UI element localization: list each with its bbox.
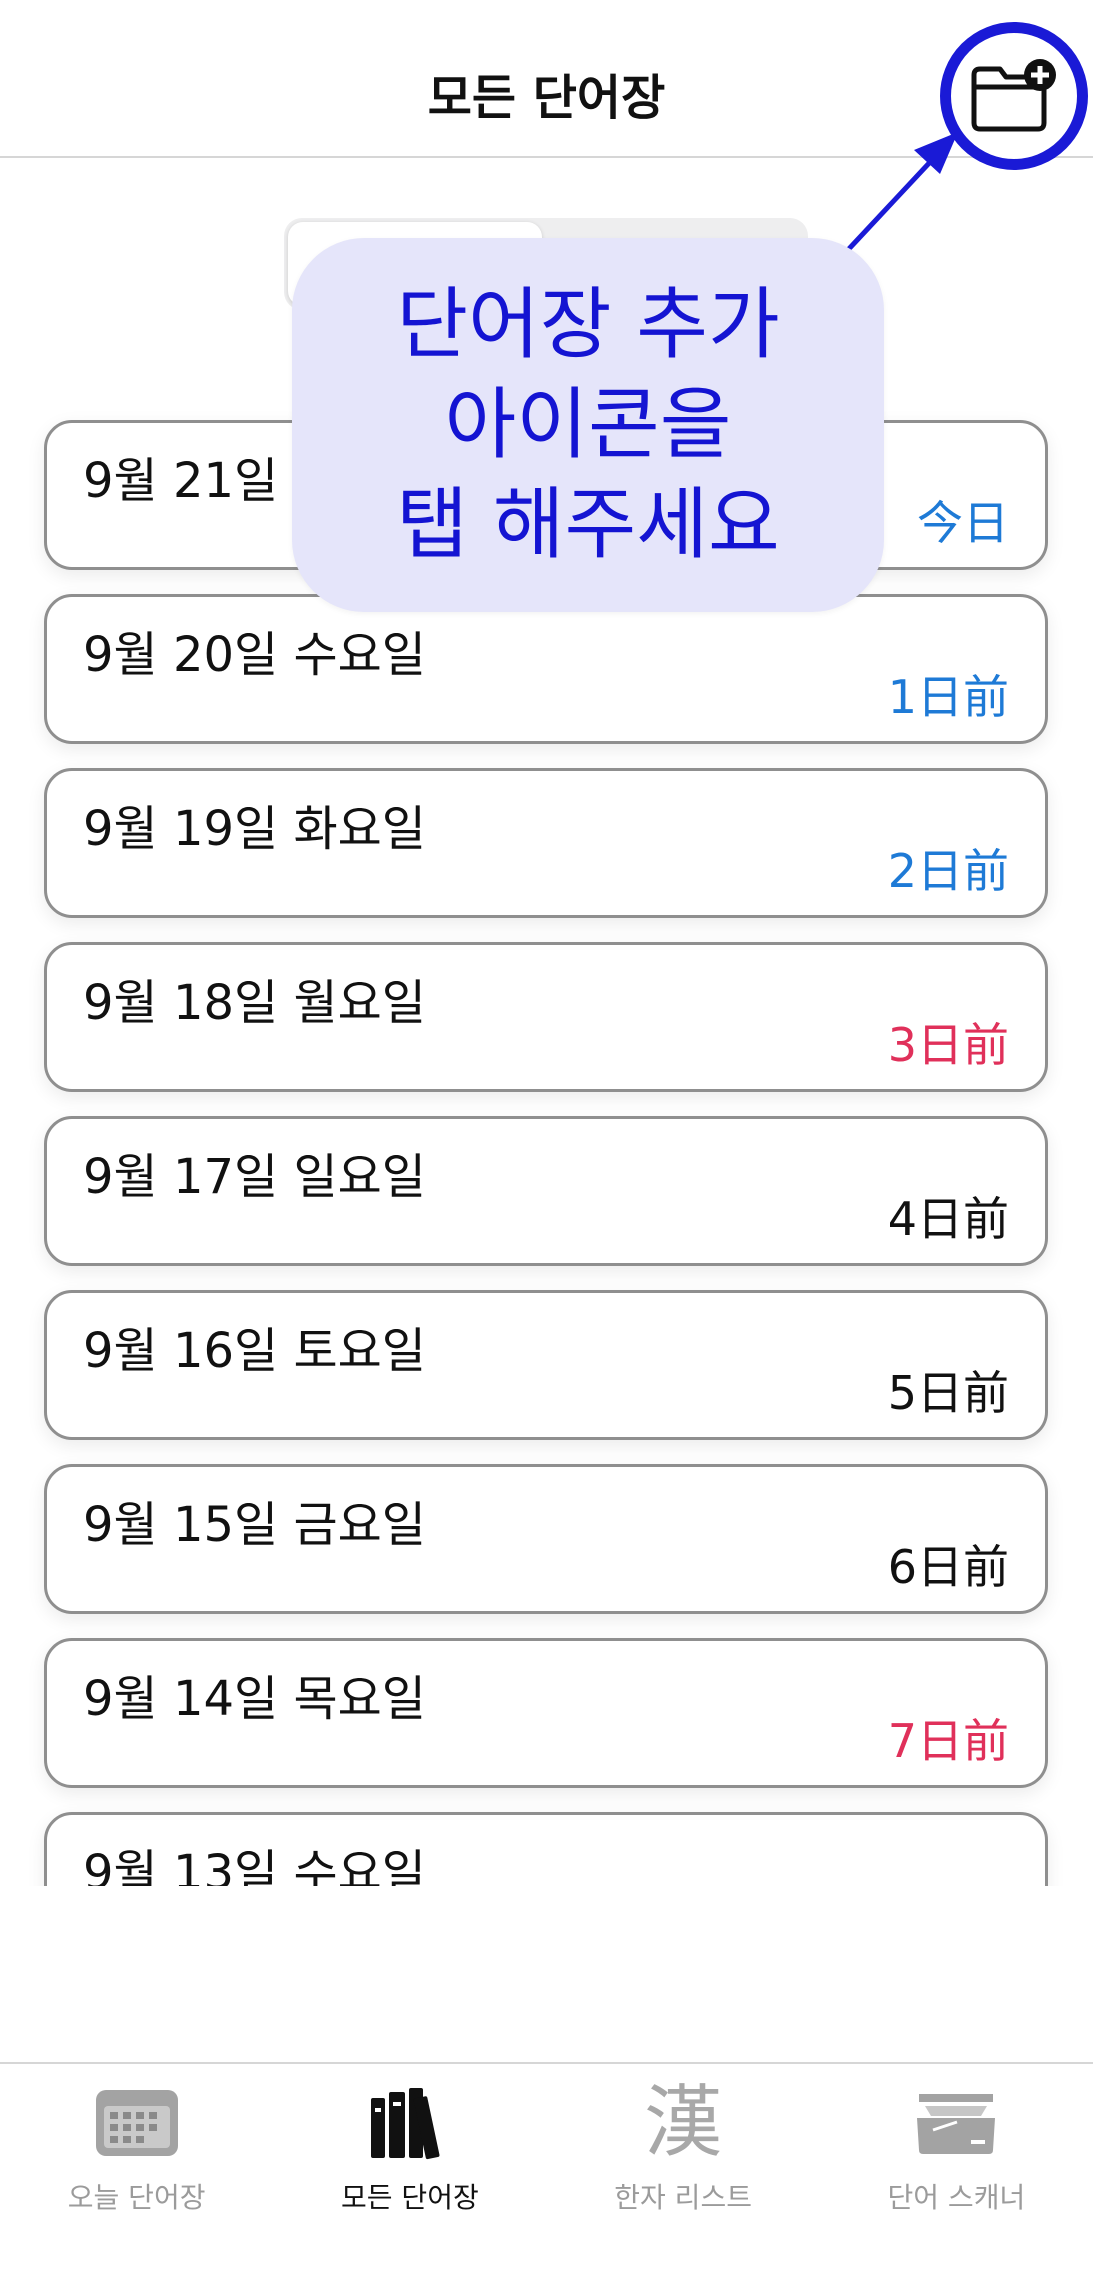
tab-all-wordbooks[interactable]: 모든 단어장 [273,2064,546,2270]
wordbook-card[interactable]: 9월 20일 수요일 1日前 [44,594,1048,744]
tab-label: 단어 스캐너 [887,2181,1026,2214]
wordbook-date: 9월 17일 일요일 [83,1149,426,1205]
days-ago-label: 今日 [917,496,1009,550]
tab-word-scanner[interactable]: 단어 스캐너 [820,2064,1093,2270]
days-ago-label: 4日前 [887,1192,1009,1246]
tab-today-wordbook[interactable]: 오늘 단어장 [0,2064,273,2270]
wordbook-date: 9월 19일 화요일 [83,801,426,857]
wordbook-card[interactable]: 9월 14일 목요일 7日前 [44,1638,1048,1788]
wordbook-card[interactable]: 9월 16일 토요일 5日前 [44,1290,1048,1440]
wordbook-date: 9월 20일 수요일 [83,627,426,683]
hint-line: 단어장 추가 [396,280,780,370]
wordbook-card[interactable]: 9월 13일 수요일 [44,1812,1048,1886]
wordbook-card[interactable]: 9월 19일 화요일 2日前 [44,768,1048,918]
days-ago-label: 5日前 [887,1366,1009,1420]
hint-bubble: 단어장 추가 아이콘을 탭 해주세요 [292,238,884,612]
wordbook-card[interactable]: 9월 17일 일요일 4日前 [44,1116,1048,1266]
wordbook-date: 9월 13일 수요일 [83,1845,426,1886]
hint-line: 아이콘을 [444,380,732,470]
wordbook-card[interactable]: 9월 15일 금요일 6日前 [44,1464,1048,1614]
wordbook-date: 9월 15일 금요일 [83,1497,426,1553]
tab-label: 한자 리스트 [614,2181,752,2214]
wordbook-list[interactable]: 9월 21일 목요일 今日 9월 20일 수요일 1日前 9월 19일 화요일 2日前 9월… [0,400,1093,1886]
add-wordbook-button[interactable] [940,22,1088,170]
tab-kanji-list[interactable]: 漢 한자 리스트 [547,2064,820,2270]
days-ago-label: 6日前 [887,1540,1009,1594]
kanji-icon: 漢 [638,2084,728,2162]
navigation-bar: 모든 단어장 [0,0,1093,170]
days-ago-label: 2日前 [887,844,1009,898]
wordbook-date: 9월 16일 토요일 [83,1323,426,1379]
wordbook-date: 9월 18일 월요일 [83,975,426,1031]
folder-plus-icon [971,59,1056,132]
days-ago-label: 1日前 [887,670,1009,724]
tab-label: 오늘 단어장 [67,2181,206,2214]
page-title: 모든 단어장 [427,70,666,126]
wordbook-date: 9월 14일 목요일 [83,1671,426,1727]
hint-line: 탭 해주세요 [396,480,780,570]
days-ago-label: 7日前 [887,1714,1009,1768]
calendar-icon [92,2084,182,2162]
books-icon [365,2084,455,2162]
tab-bar: 오늘 단어장 모든 단어장 漢 한자 리스트 단어 스캐너 [0,2062,1093,2270]
kanji-glyph: 漢 [644,2078,723,2168]
scanner-icon [911,2084,1001,2162]
wordbook-card[interactable]: 9월 18일 월요일 3日前 [44,942,1048,1092]
tab-label: 모든 단어장 [341,2181,479,2214]
days-ago-label: 3日前 [887,1018,1009,1072]
